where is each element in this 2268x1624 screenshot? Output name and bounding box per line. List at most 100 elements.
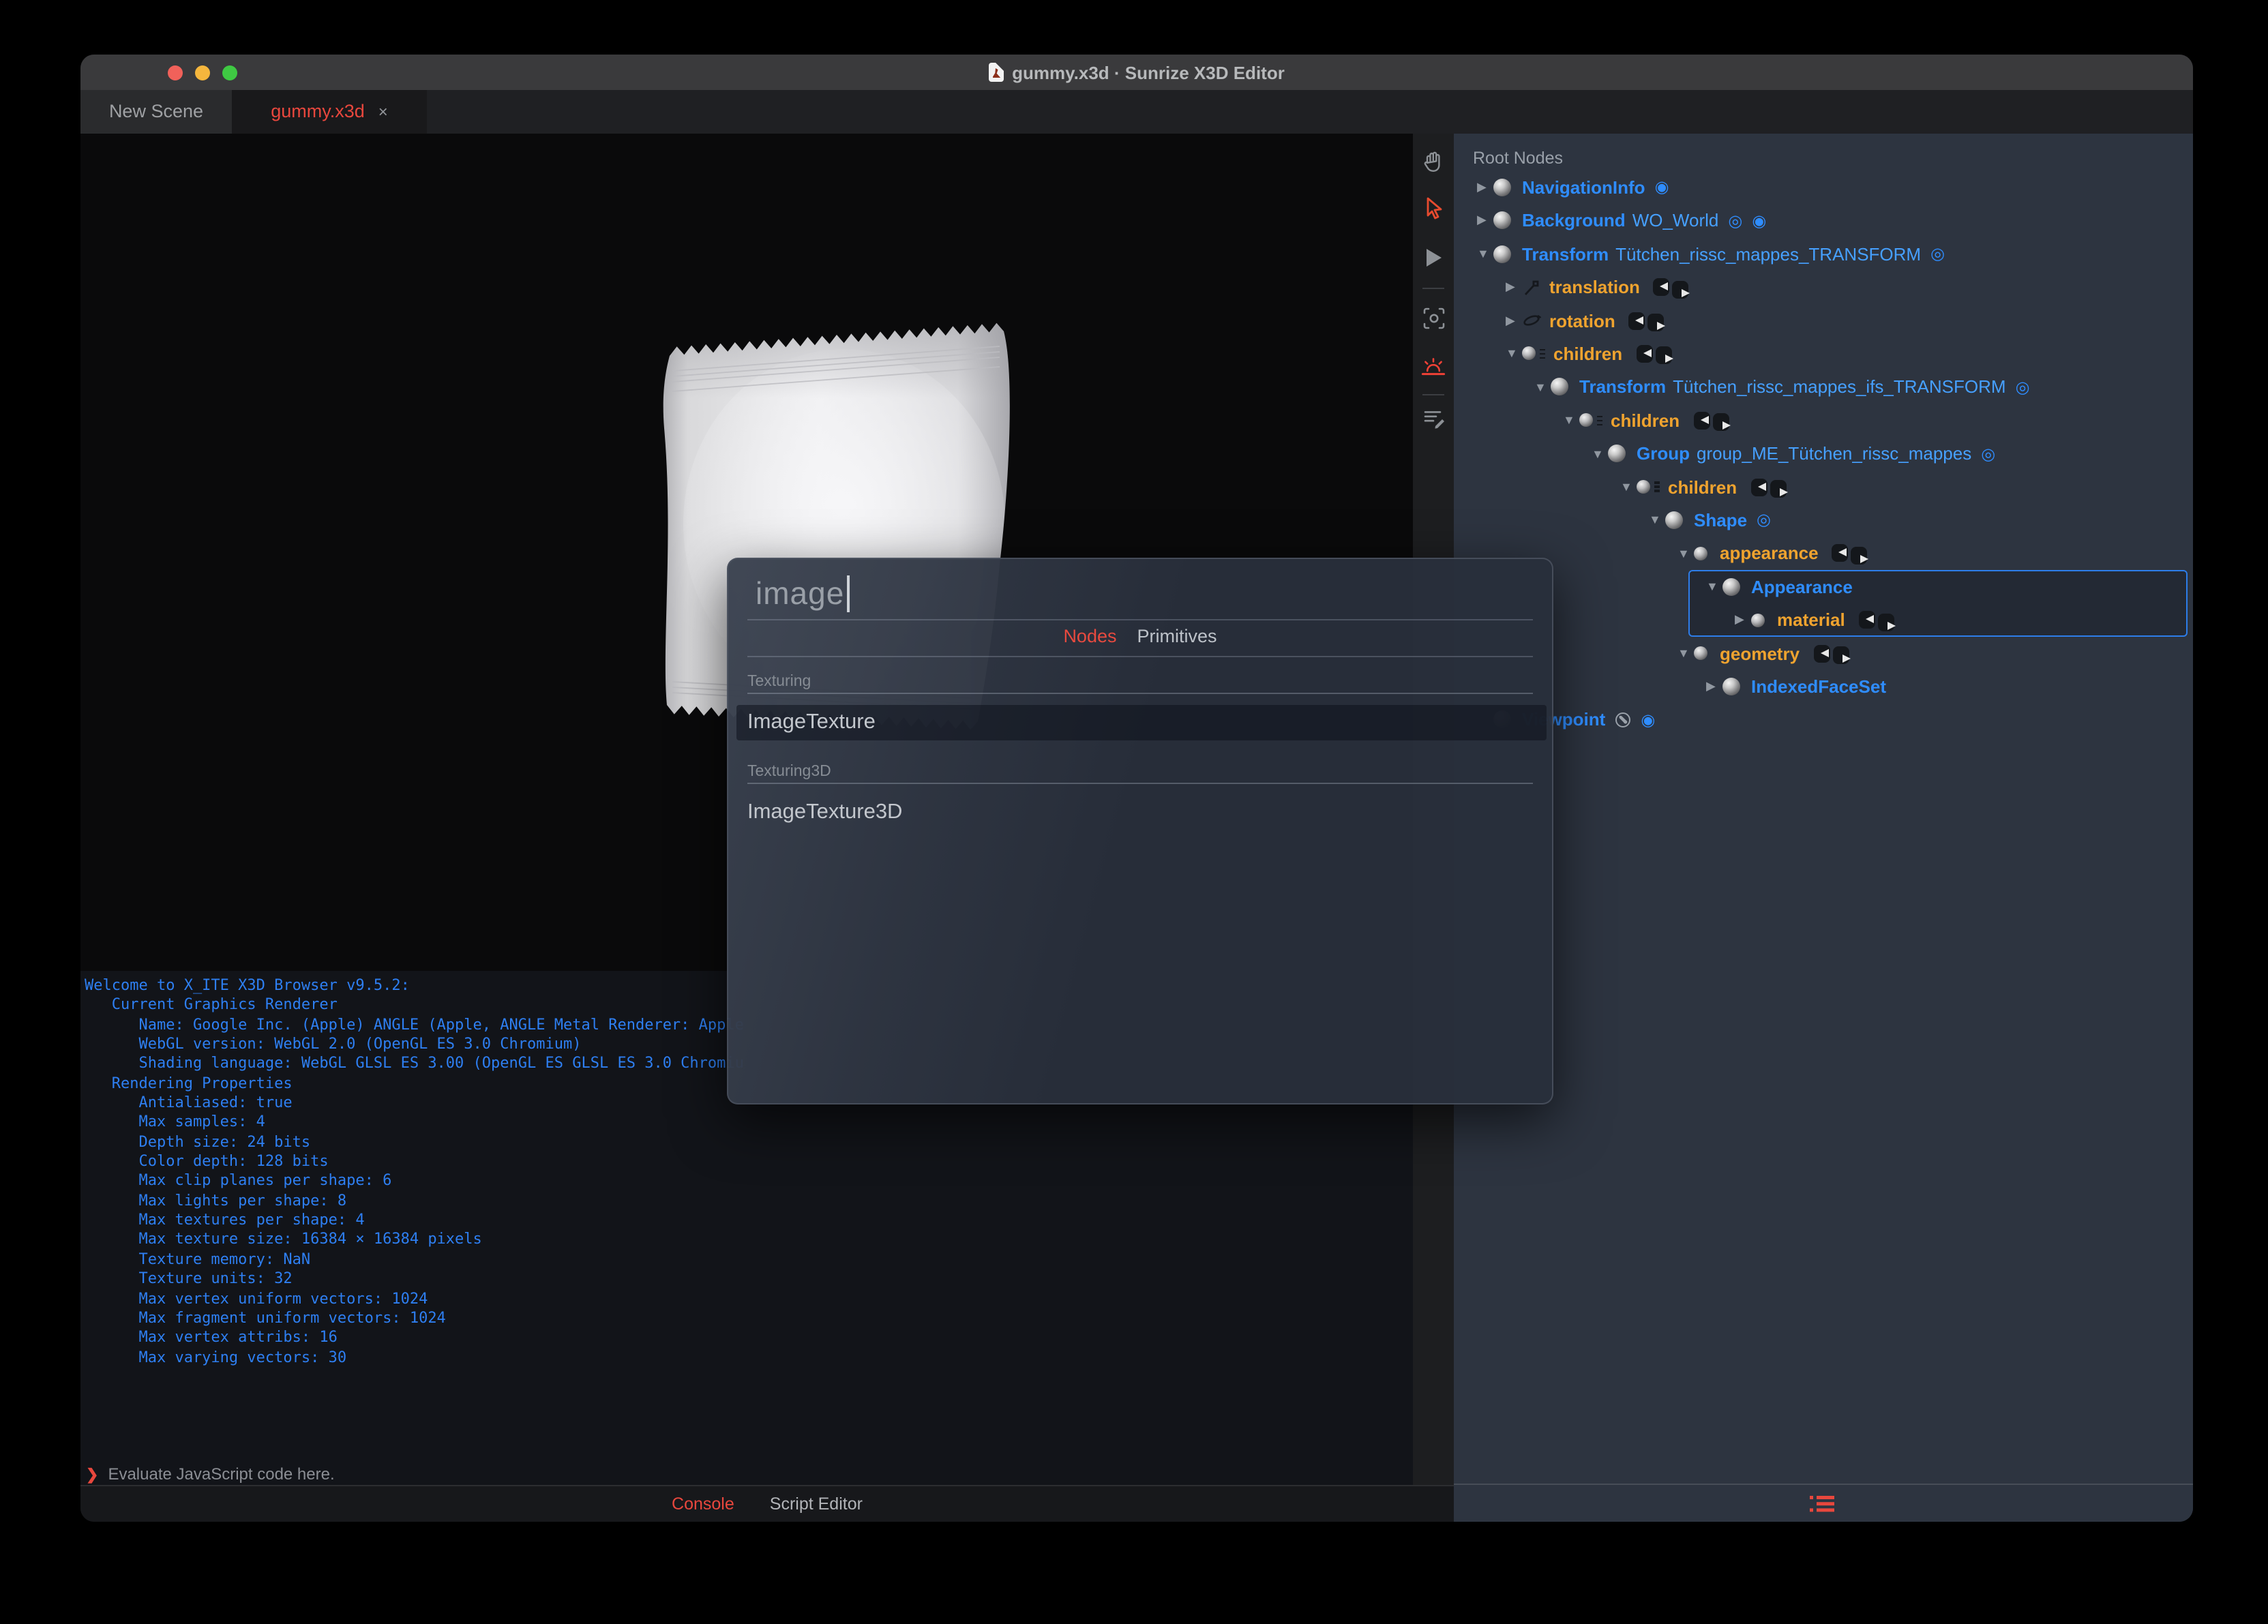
minimize-window-button[interactable]	[195, 65, 210, 80]
play-button[interactable]	[1413, 239, 1454, 275]
play-icon	[1427, 248, 1442, 266]
eye-toggle-icon[interactable]: ◎	[1930, 246, 1945, 262]
pan-hand-tool-button[interactable]	[1413, 144, 1454, 179]
toolbar-divider	[1422, 287, 1444, 288]
tree-row-indexedfaceset[interactable]: ▶ IndexedFaceSet	[1454, 670, 2193, 704]
tree-row-children[interactable]: ▼ children	[1454, 337, 2193, 371]
expander-open-icon[interactable]: ▼	[1677, 646, 1694, 660]
expander-open-icon[interactable]: ▼	[1649, 513, 1665, 527]
outline-list-icon[interactable]	[1810, 1494, 1837, 1513]
snapshot-button[interactable]	[1413, 301, 1454, 336]
eye-toggle-icon[interactable]: ◎	[2016, 379, 2030, 395]
field-name: children	[1668, 477, 1737, 498]
tree-row-shape[interactable]: ▼ Shape ◎	[1454, 504, 2193, 537]
tree-row-appearance[interactable]: ▼ Appearance	[1454, 570, 2193, 603]
field-node-icon	[1694, 646, 1707, 661]
tree-row-rotation[interactable]: ▶ rotation	[1454, 304, 2193, 337]
select-arrow-tool-button[interactable]	[1413, 190, 1454, 226]
field-name: geometry	[1720, 643, 1800, 664]
add-input-route-button[interactable]	[1750, 478, 1767, 496]
add-output-route-button[interactable]	[1647, 314, 1666, 332]
bound-toggle-icon[interactable]: ◉	[1752, 213, 1766, 229]
tab-close-icon[interactable]: ×	[378, 102, 388, 121]
expander-open-icon[interactable]: ▼	[1592, 447, 1608, 460]
script-editor-button[interactable]	[1413, 400, 1454, 436]
tree-row-background[interactable]: ▶ Background WO_World ◎ ◉	[1454, 204, 2193, 237]
tree-row-geometry[interactable]: ▼ geometry	[1454, 637, 2193, 670]
dialog-divider	[747, 618, 1533, 620]
tree-row-transform[interactable]: ▼ Transform Tütchen_rissc_mappes_TRANSFORM…	[1454, 237, 2193, 271]
expander-open-icon[interactable]: ▼	[1477, 247, 1493, 261]
eye-toggle-icon[interactable]: ◎	[1757, 512, 1771, 528]
expander-open-icon[interactable]: ▼	[1506, 347, 1522, 361]
console-prompt[interactable]: ❯ Evaluate JavaScript code here.	[80, 1464, 1413, 1485]
dialog-tab-primitives[interactable]: Primitives	[1137, 626, 1217, 646]
tree-row-children[interactable]: ▼ children	[1454, 404, 2193, 437]
prompt-chevron-icon: ❯	[86, 1467, 99, 1484]
expander-closed-icon[interactable]: ▶	[1477, 180, 1493, 195]
add-output-route-button[interactable]	[1877, 613, 1896, 631]
expander-closed-icon[interactable]: ▶	[1506, 313, 1522, 328]
expander-open-icon[interactable]: ▼	[1563, 414, 1579, 427]
add-input-route-button[interactable]	[1693, 411, 1710, 430]
field-node-icon	[1751, 613, 1765, 627]
dialog-result-imagetexture3d[interactable]: ImageTexture3D	[736, 795, 1547, 830]
tree-row-viewpoint[interactable]: Viewpoint ◉	[1454, 703, 2193, 736]
add-input-route-button[interactable]	[1858, 611, 1875, 629]
tab-gummy-x3d[interactable]: gummy.x3d ×	[232, 90, 427, 133]
bound-toggle-icon[interactable]: ◉	[1655, 179, 1669, 196]
add-input-route-button[interactable]	[1832, 544, 1849, 562]
tree-row-translation[interactable]: ▶ translation	[1454, 271, 2193, 304]
add-input-route-button[interactable]	[1653, 278, 1670, 297]
node-search-input[interactable]: image	[756, 575, 850, 612]
dialog-section-underline	[747, 692, 1533, 693]
field-name: children	[1553, 343, 1623, 364]
expander-closed-icon[interactable]: ▶	[1506, 280, 1522, 295]
tree-row-appearance[interactable]: ▼ appearance	[1454, 537, 2193, 570]
search-input-value: image	[756, 575, 845, 611]
field-name: children	[1611, 410, 1680, 431]
expander-open-icon[interactable]: ▼	[1677, 547, 1694, 560]
dialog-tab-nodes[interactable]: Nodes	[1063, 626, 1116, 646]
expander-open-icon[interactable]: ▼	[1620, 480, 1637, 494]
tree-row-navigationinfo[interactable]: ▶ NavigationInfo ◉	[1454, 171, 2193, 205]
tab-new-scene[interactable]: New Scene	[80, 90, 232, 133]
tree-row-material[interactable]: ▶ material	[1454, 603, 2193, 637]
route-buttons	[1813, 642, 1851, 665]
expander-closed-icon[interactable]: ▶	[1735, 612, 1751, 627]
add-output-route-button[interactable]	[1655, 346, 1673, 365]
expander-closed-icon[interactable]: ▶	[1477, 213, 1493, 228]
expander-closed-icon[interactable]: ▶	[1706, 679, 1722, 694]
rotation-field-icon	[1522, 311, 1541, 330]
node-sphere-icon	[1493, 178, 1511, 196]
add-input-route-button[interactable]	[1628, 312, 1645, 330]
hand-icon	[1424, 151, 1440, 171]
add-output-route-button[interactable]	[1672, 280, 1690, 299]
tree-row-children[interactable]: ▼ children	[1454, 470, 2193, 504]
close-window-button[interactable]	[168, 65, 183, 80]
sunrise-icon	[1421, 357, 1446, 375]
add-output-route-button[interactable]	[1712, 413, 1731, 432]
add-output-route-button[interactable]	[1832, 646, 1851, 665]
tab-script-editor[interactable]: Script Editor	[770, 1494, 863, 1514]
bound-toggle-icon[interactable]: ◉	[1641, 712, 1655, 728]
field-name: rotation	[1549, 310, 1615, 331]
tree-row-transform[interactable]: ▼ Transform Tütchen_rissc_mappes_ifs_TRANS…	[1454, 370, 2193, 404]
tree-row-group[interactable]: ▼ Group group_ME_Tütchen_rissc_mappes ◎	[1454, 437, 2193, 470]
expander-open-icon[interactable]: ▼	[1706, 580, 1722, 594]
add-input-route-button[interactable]	[1636, 344, 1653, 363]
eye-toggle-icon[interactable]: ◎	[1981, 445, 1995, 462]
multi-field-lines-icon	[1654, 481, 1660, 492]
tab-console[interactable]: Console	[672, 1494, 734, 1514]
add-input-route-button[interactable]	[1813, 644, 1830, 663]
eye-toggle-icon[interactable]: ◎	[1728, 213, 1742, 229]
outline-footer-bar	[1454, 1484, 2193, 1522]
environment-light-button[interactable]	[1413, 348, 1454, 384]
node-type-name: Shape	[1694, 509, 1748, 530]
dialog-result-imagetexture[interactable]: ImageTexture	[736, 705, 1547, 740]
zoom-window-button[interactable]	[222, 65, 237, 80]
add-output-route-button[interactable]	[1770, 480, 1788, 498]
add-output-route-button[interactable]	[1851, 546, 1869, 565]
expander-open-icon[interactable]: ▼	[1534, 380, 1551, 394]
wrench-icon[interactable]	[1615, 712, 1631, 728]
